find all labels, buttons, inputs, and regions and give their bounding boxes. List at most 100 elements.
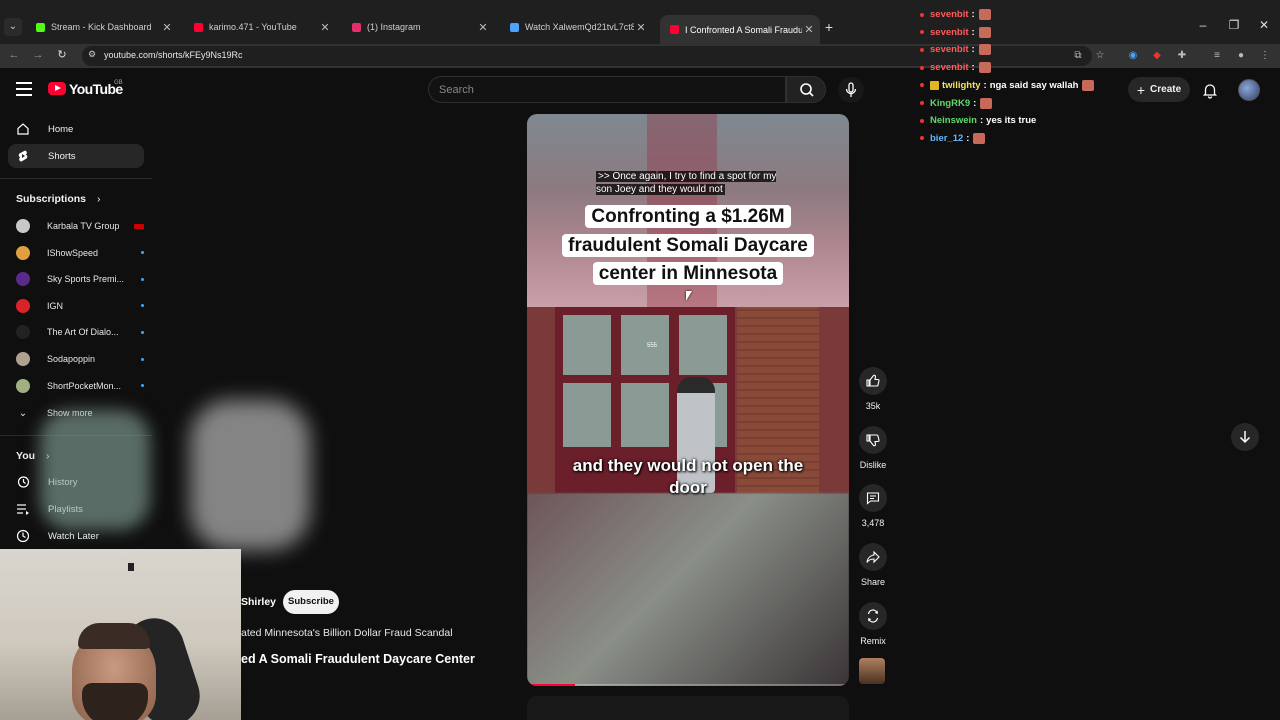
chat-username[interactable]: bier_12	[930, 133, 963, 144]
extensions-puzzle-icon[interactable]: ✚	[1175, 49, 1189, 63]
new-content-dot	[141, 277, 144, 281]
subscribe-button[interactable]: Subscribe	[283, 590, 339, 614]
create-button[interactable]: + Create	[1128, 77, 1190, 102]
media-controls-icon[interactable]: ≡	[1210, 49, 1224, 63]
tab-close-icon[interactable]: ✕	[634, 21, 648, 34]
browser-tab[interactable]: Watch XalwemQd21tvL7ct8RUt...✕	[500, 15, 652, 39]
channel-name: Sodapoppin	[47, 354, 96, 364]
sidebar-item-shorts[interactable]: Shorts	[8, 144, 144, 168]
chat-bullet	[920, 30, 924, 35]
browser-tab[interactable]: Stream - Kick Dashboard ✕	[26, 15, 178, 39]
bell-icon	[1202, 84, 1218, 99]
progress-track[interactable]	[527, 684, 849, 686]
chat-username[interactable]: sevenbit	[930, 44, 969, 55]
playlist-link[interactable]: ated Minnesota's Billion Dollar Fraud Sc…	[241, 627, 453, 639]
subscriptions-heading[interactable]: Subscriptions ›	[16, 193, 100, 205]
chat-bullet	[920, 118, 924, 123]
browser-tab[interactable]: (1) Instagram ✕	[342, 15, 494, 39]
url-text[interactable]: youtube.com/shorts/kFEy9Ns19Rc	[104, 50, 243, 60]
chat-username[interactable]: twilighty	[942, 80, 981, 91]
browser-menu-icon[interactable]: ⋮	[1258, 49, 1272, 63]
chat-username[interactable]: Neinswein	[930, 115, 977, 126]
subscription-channel[interactable]: The Art Of Dialo...	[16, 321, 144, 343]
notifications-button[interactable]	[1201, 81, 1219, 99]
action-label: Remix	[860, 635, 886, 646]
chat-text: nga said say wallah	[989, 79, 1079, 91]
tab-title: karimo.471 - YouTube	[209, 22, 297, 32]
like-button[interactable]: 35k	[857, 367, 889, 411]
chat-username[interactable]: sevenbit	[930, 9, 969, 20]
subscription-channel[interactable]: IGN	[16, 295, 144, 317]
browser-tab[interactable]: I Confronted A Somali Fraudule...✕	[660, 15, 820, 44]
forward-icon[interactable]: →	[30, 47, 46, 63]
live-indicator-icon	[134, 223, 144, 229]
video-frame-bottom	[527, 493, 849, 686]
subscription-channel[interactable]: Sky Sports Premi...	[16, 268, 144, 290]
search-button[interactable]	[786, 76, 826, 103]
home-icon	[16, 122, 30, 136]
guide-menu-icon[interactable]	[16, 82, 32, 96]
chevron-down-icon: ⌄	[18, 407, 28, 419]
channel-handle[interactable]: Shirley	[241, 596, 276, 608]
maximize-icon[interactable]: ❐	[1224, 18, 1244, 32]
chat-message: sevenbit:	[920, 44, 991, 56]
chat-message: bier_12:	[920, 132, 986, 144]
chat-message: sevenbit:	[920, 9, 991, 20]
tab-close-icon[interactable]: ✕	[802, 23, 816, 36]
share-button[interactable]: Share	[857, 543, 889, 587]
new-tab-button[interactable]: +	[822, 18, 836, 36]
reload-icon[interactable]: ↻	[54, 47, 70, 63]
remix-button[interactable]: Remix	[857, 601, 889, 646]
account-avatar[interactable]	[1238, 79, 1260, 101]
channel-avatar	[16, 378, 30, 393]
sidebar-item-home[interactable]: Home	[8, 117, 144, 141]
subscription-channel[interactable]: IShowSpeed	[16, 242, 144, 264]
chat-message: KingRK9:	[920, 97, 993, 109]
subscription-channel[interactable]: Karbala TV Group	[16, 215, 144, 237]
adblock-extension-icon[interactable]: ◆	[1150, 49, 1164, 63]
chat-bullet	[920, 136, 924, 141]
subscriptions-heading-label: Subscriptions	[16, 193, 87, 205]
chat-username[interactable]: sevenbit	[930, 27, 969, 38]
youtube-logo-icon[interactable]	[48, 82, 66, 95]
subscription-channel[interactable]: Sodapoppin	[16, 348, 144, 370]
history-icon	[16, 475, 30, 489]
new-content-dot	[141, 304, 144, 308]
share-icon-wrap	[859, 543, 887, 572]
tab-title: I Confronted A Somali Fraudule...	[685, 24, 802, 35]
chat-emote-icon	[978, 44, 991, 56]
extension-icon[interactable]: ◉	[1126, 49, 1140, 63]
site-info-icon[interactable]: ⚙	[88, 49, 100, 63]
comment-button[interactable]: 3,478	[857, 484, 889, 528]
tab-title: Stream - Kick Dashboard	[51, 22, 152, 32]
tab-close-icon[interactable]: ✕	[476, 21, 490, 34]
subscription-channel[interactable]: ShortPocketMon...	[16, 375, 144, 397]
chat-emote-icon	[980, 97, 993, 109]
dislike-button[interactable]: Dislike	[857, 425, 889, 470]
bookmark-star-icon[interactable]: ☆	[1093, 49, 1107, 63]
search-input[interactable]	[428, 76, 786, 103]
voice-search-button[interactable]	[838, 77, 864, 103]
back-icon[interactable]: ←	[6, 47, 22, 63]
tab-close-icon[interactable]: ✕	[160, 21, 174, 34]
close-window-icon[interactable]: ✕	[1254, 18, 1274, 32]
search-placeholder: Search	[439, 84, 474, 96]
minimize-icon[interactable]: –	[1193, 18, 1213, 32]
install-app-icon[interactable]: ⧉	[1071, 49, 1085, 63]
short-video-player[interactable]: 555	[527, 114, 849, 686]
chat-username[interactable]: KingRK9	[930, 98, 970, 109]
browser-tab[interactable]: karimo.471 - YouTube ✕	[184, 15, 336, 39]
tab-close-icon[interactable]: ✕	[318, 21, 332, 34]
short-title: ed A Somali Fraudulent Daycare Center	[241, 652, 475, 666]
next-short-button[interactable]	[1231, 423, 1259, 451]
chat-username[interactable]: sevenbit	[930, 62, 969, 73]
chat-emote-icon	[978, 26, 991, 38]
new-content-dot	[141, 330, 144, 334]
sound-thumbnail[interactable]	[859, 658, 885, 684]
chat-separator: :	[980, 115, 984, 127]
chevron-right-icon: ›	[96, 193, 101, 205]
tab-title: Watch XalwemQd21tvL7ct8RUt...	[525, 22, 634, 32]
next-short-preview[interactable]	[527, 696, 849, 720]
profile-icon[interactable]: ●	[1234, 49, 1248, 63]
tab-search-dropdown[interactable]: ⌄	[4, 18, 22, 36]
